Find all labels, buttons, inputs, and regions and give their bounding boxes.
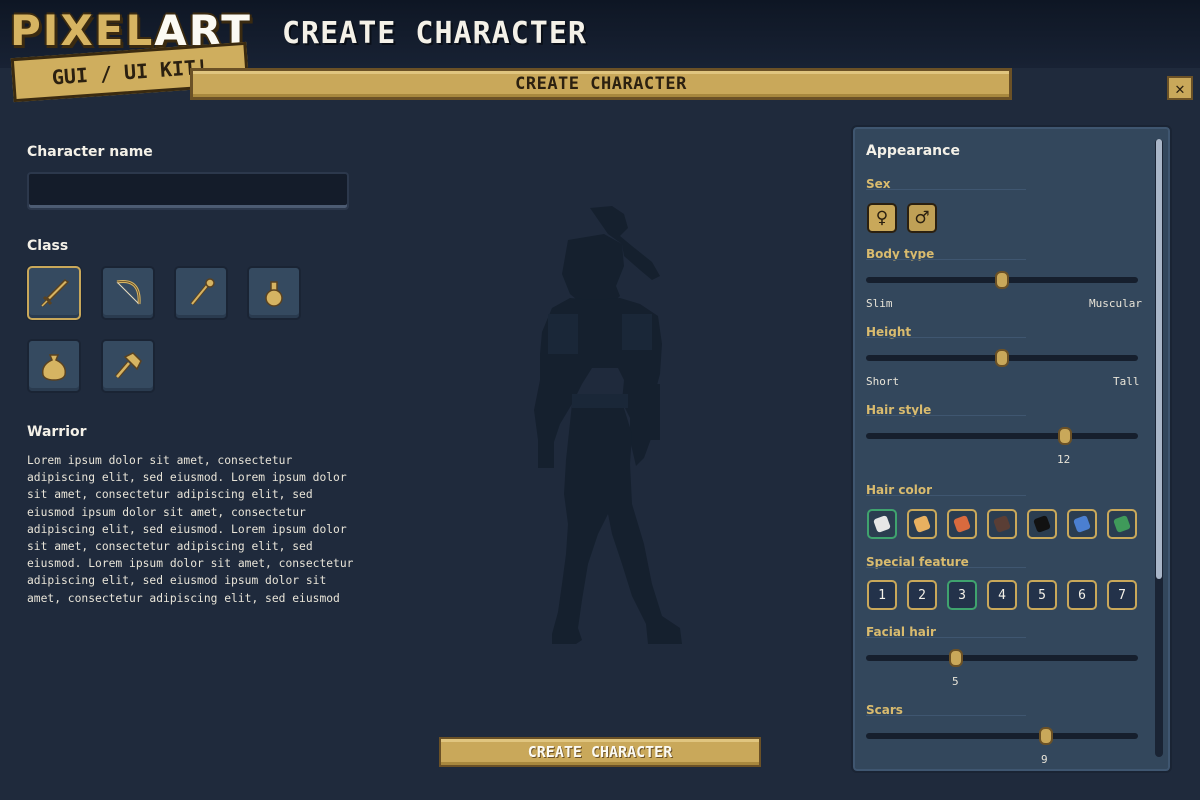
divider — [866, 495, 1026, 496]
money-bag-icon — [41, 354, 67, 381]
divider — [866, 337, 1026, 338]
hair-color-chip — [1033, 515, 1051, 533]
special-feature-option-1[interactable]: 1 — [867, 580, 897, 610]
title-banner: CREATE CHARACTER — [190, 68, 1012, 100]
divider — [866, 189, 1026, 190]
logo-subtitle: GUI / UI KIT! — [51, 54, 209, 90]
appearance-panel: Appearance Sex ♀ ♂ Body type Slim Muscul… — [851, 125, 1172, 773]
hair-color-swatch-5[interactable] — [1027, 509, 1057, 539]
banner-title: CREATE CHARACTER — [515, 74, 687, 94]
character-name-input[interactable] — [27, 172, 349, 210]
height-max-label: Tall — [1113, 375, 1140, 388]
hair-color-chip — [1113, 515, 1131, 533]
scrollbar-thumb[interactable] — [1156, 139, 1162, 579]
special-feature-option-7[interactable]: 7 — [1107, 580, 1137, 610]
hair-style-slider-handle[interactable] — [1057, 427, 1072, 445]
hair-color-swatch-3[interactable] — [947, 509, 977, 539]
body-type-max-label: Muscular — [1089, 297, 1142, 310]
hammer-icon — [115, 352, 142, 379]
class-warrior-button[interactable] — [27, 266, 81, 320]
special-feature-option-2[interactable]: 2 — [907, 580, 937, 610]
special-feature-option-5[interactable]: 5 — [1027, 580, 1057, 610]
bow-icon — [116, 279, 141, 305]
facial-hair-slider[interactable] — [866, 649, 1138, 667]
class-description: Lorem ipsum dolor sit amet, consectetur … — [27, 454, 354, 605]
divider — [866, 637, 1026, 638]
scars-slider[interactable] — [866, 727, 1138, 745]
hair-color-swatch-4[interactable] — [987, 509, 1017, 539]
height-slider-handle[interactable] — [995, 349, 1009, 367]
sword-icon — [40, 279, 70, 308]
class-name: Warrior — [27, 424, 87, 440]
scars-slider-handle[interactable] — [1038, 727, 1053, 745]
hair-color-chip — [993, 515, 1011, 533]
character-name-label: Character name — [27, 144, 153, 160]
page-title: CREATE CHARACTER — [282, 16, 587, 51]
close-icon: ✕ — [1175, 78, 1185, 98]
divider — [866, 567, 1026, 568]
panel-scrollbar[interactable] — [1155, 139, 1163, 757]
facial-hair-slider-handle[interactable] — [948, 649, 963, 667]
class-mage-button[interactable] — [174, 266, 228, 320]
special-feature-option-3[interactable]: 3 — [947, 580, 977, 610]
class-alchemist-button[interactable] — [247, 266, 301, 320]
hair-color-chip — [913, 515, 931, 533]
body-type-min-label: Slim — [866, 297, 893, 310]
potion-icon — [265, 281, 283, 307]
female-icon: ♀ — [875, 208, 889, 228]
special-feature-option-4[interactable]: 4 — [987, 580, 1017, 610]
appearance-title: Appearance — [866, 143, 960, 159]
hair-color-swatch-6[interactable] — [1067, 509, 1097, 539]
body-type-slider[interactable] — [866, 271, 1138, 289]
sex-female-button[interactable]: ♀ — [867, 203, 897, 233]
special-feature-option-6[interactable]: 6 — [1067, 580, 1097, 610]
height-min-label: Short — [866, 375, 900, 388]
create-character-label: CREATE CHARACTER — [527, 743, 673, 761]
hair-color-swatch-7[interactable] — [1107, 509, 1137, 539]
hair-style-value: 12 — [1057, 453, 1071, 466]
facial-hair-value: 5 — [952, 675, 959, 688]
male-icon: ♂ — [914, 208, 930, 228]
logo-word-pixel: PIXEL — [10, 6, 155, 55]
height-slider[interactable] — [866, 349, 1138, 367]
create-character-button[interactable]: CREATE CHARACTER — [439, 737, 761, 767]
close-button[interactable]: ✕ — [1167, 76, 1193, 100]
class-label: Class — [27, 238, 69, 254]
body-type-slider-handle[interactable] — [995, 271, 1009, 289]
class-archer-button[interactable] — [101, 266, 155, 320]
hair-color-chip — [1073, 515, 1091, 533]
divider — [866, 415, 1026, 416]
hair-style-slider[interactable] — [866, 427, 1138, 445]
hair-color-chip — [953, 515, 971, 533]
character-silhouette — [534, 206, 682, 644]
hair-color-swatch-2[interactable] — [907, 509, 937, 539]
class-smith-button[interactable] — [101, 339, 155, 393]
sex-male-button[interactable]: ♂ — [907, 203, 937, 233]
scars-value: 9 — [1041, 753, 1048, 766]
hair-color-chip — [873, 515, 891, 533]
divider — [866, 259, 1026, 260]
hair-color-swatch-1[interactable] — [867, 509, 897, 539]
divider — [866, 715, 1026, 716]
class-merchant-button[interactable] — [27, 339, 81, 393]
staff-icon — [190, 278, 215, 306]
